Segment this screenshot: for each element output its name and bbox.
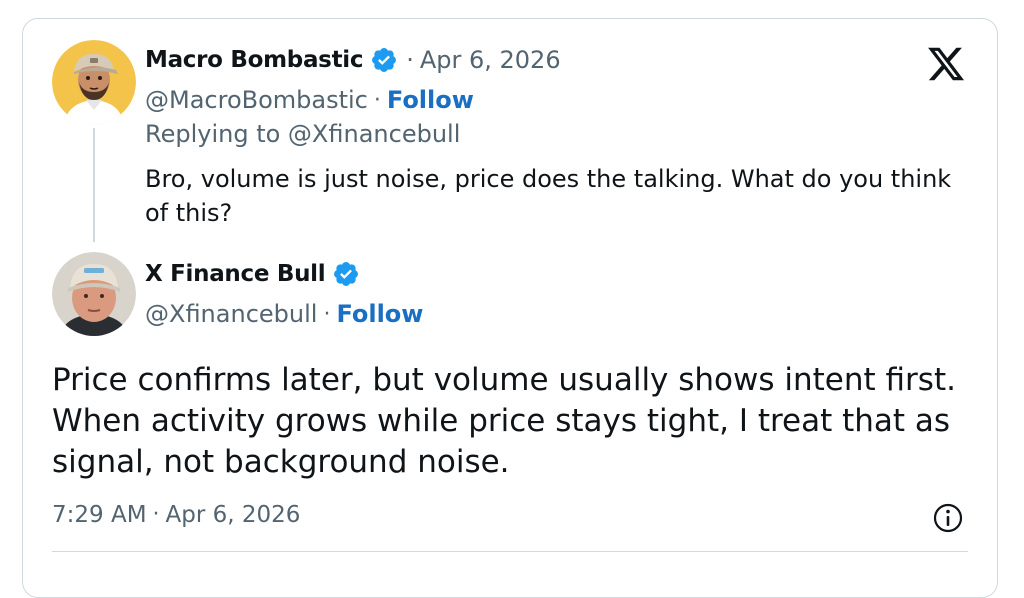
reply-date[interactable]: Apr 6, 2026 (420, 46, 561, 74)
tweet-handle-row: @Xfinancebull · Follow (145, 298, 423, 330)
tweet-text: Price confirms later, but volume usually… (52, 362, 956, 480)
verified-badge-icon (332, 260, 360, 288)
separator: · (406, 46, 414, 74)
follow-button[interactable]: Follow (387, 86, 474, 114)
reply-text: Bro, volume is just noise, price does th… (145, 165, 952, 227)
verified-badge-icon (370, 46, 398, 74)
info-icon[interactable] (932, 502, 964, 534)
separator: · (373, 87, 381, 113)
separator: · (152, 502, 160, 527)
separator: · (323, 301, 331, 327)
follow-button[interactable]: Follow (336, 300, 423, 328)
thread-connector-line (93, 128, 95, 242)
tweet-handle[interactable]: @Xfinancebull (145, 300, 317, 328)
tweet-time: 7:29 AM (52, 502, 147, 528)
reply-display-name[interactable]: Macro Bombastic (145, 47, 363, 73)
replying-to-label: Replying to @Xfinancebull (145, 120, 461, 148)
divider (52, 551, 968, 552)
tweet-timestamp[interactable]: 7:29 AM · Apr 6, 2026 (52, 502, 300, 528)
tweet-date: Apr 6, 2026 (165, 502, 301, 528)
reply-handle[interactable]: @MacroBombastic (145, 86, 368, 114)
x-logo-icon[interactable] (924, 44, 968, 84)
reply-handle-row: @MacroBombastic · Follow (145, 84, 474, 116)
reply-header: Macro Bombastic · Apr 6, 2026 (145, 44, 561, 76)
tweet-header: X Finance Bull (145, 258, 360, 290)
avatar-x-finance-bull[interactable] (52, 252, 136, 336)
avatar-macro-bombastic[interactable] (52, 40, 136, 124)
tweet-display-name[interactable]: X Finance Bull (145, 261, 326, 287)
